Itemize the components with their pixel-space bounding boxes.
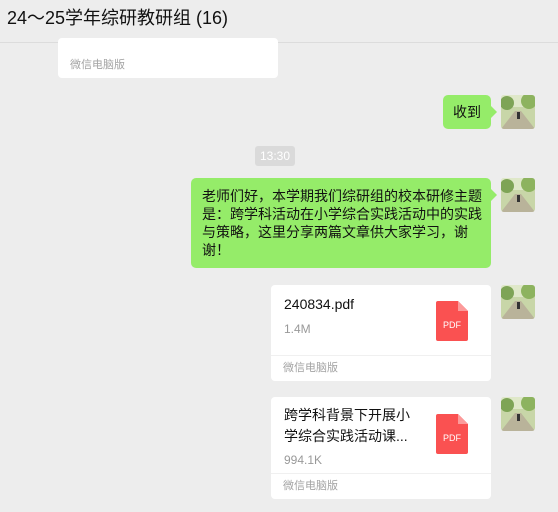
pdf-icon: PDF [436,414,468,454]
message-line: 与策略，这里分享两篇文章供大家学习，谢 [202,224,468,240]
message-bubble-reply[interactable]: 收到 [443,95,491,129]
message-text: 收到 [453,104,481,120]
message-line: 老师们好，本学期我们综研组的校本研修主题 [202,188,482,204]
avatar[interactable] [501,95,535,129]
card-source-label: 微信电脑版 [283,480,338,492]
pdf-icon-label: PDF [443,320,462,330]
file-name-line: 学综合实践活动课... [284,428,408,444]
file-name: 240834.pdf [284,296,355,312]
pdf-icon-label: PDF [443,433,462,443]
message-card-partial[interactable]: 微信电脑版 [58,38,278,78]
pdf-icon: PDF [436,301,468,341]
bubble-tail [491,106,497,118]
message-line: 谢！ [202,242,230,258]
file-size: 1.4M [284,322,311,336]
card-source-label: 微信电脑版 [283,362,338,374]
title-bar: 24～25学年综研教研组 (16) [0,0,558,43]
bubble-tail [491,189,497,201]
avatar[interactable] [501,397,535,431]
file-card[interactable]: 跨学科背景下开展小 学综合实践活动课... 994.1K PDF 微信电脑版 [271,397,491,499]
message-line: 是：跨学科活动在小学综合实践活动中的实践 [202,206,482,222]
file-name-line: 跨学科背景下开展小 [284,407,410,423]
message-bubble-announcement[interactable]: 老师们好，本学期我们综研组的校本研修主题 是：跨学科活动在小学综合实践活动中的实… [191,178,491,268]
avatar[interactable] [501,178,535,212]
card-source-label: 微信电脑版 [70,59,125,71]
avatar[interactable] [501,285,535,319]
file-card[interactable]: 240834.pdf 1.4M PDF 微信电脑版 [271,285,491,381]
timestamp: 13:30 [255,146,295,166]
file-size: 994.1K [284,453,323,467]
chat-title: 24～25学年综研教研组 (16) [7,8,229,28]
